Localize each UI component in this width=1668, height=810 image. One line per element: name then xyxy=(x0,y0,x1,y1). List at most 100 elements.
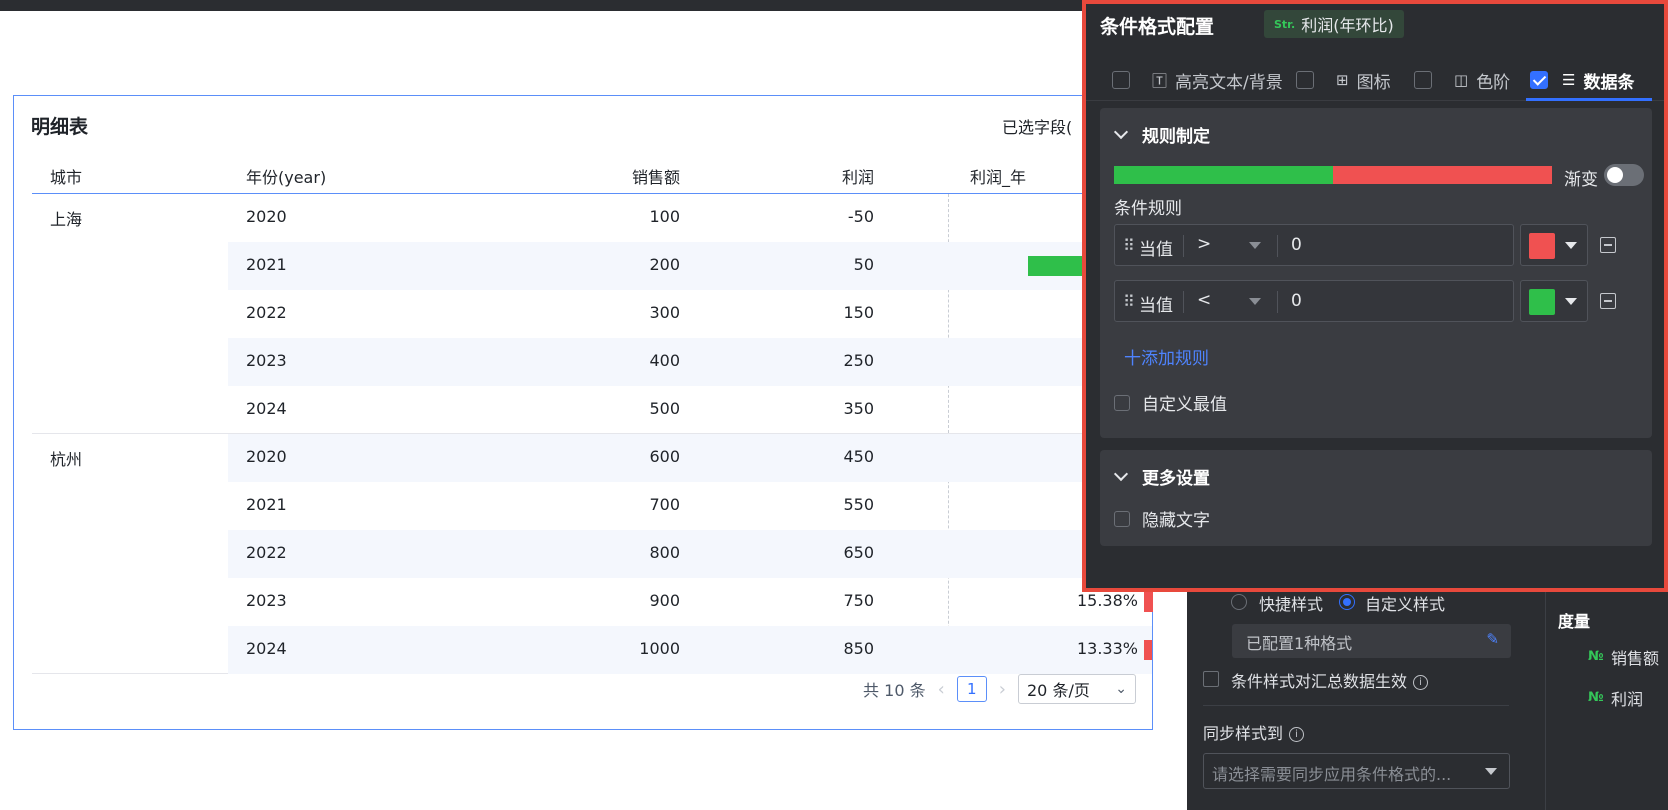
rule-condition-box: ⠿ 当值 < 0 xyxy=(1114,280,1514,322)
tab-data-bar[interactable]: ☰ 数据条 xyxy=(1530,59,1634,101)
year-cell: 2020 xyxy=(246,207,287,226)
pagination-total: 共 10 条 xyxy=(863,681,926,700)
city-group: 杭州 2020600450202170055022.2202280065018.1… xyxy=(32,434,1157,674)
add-rule-button[interactable]: 十添加规则 xyxy=(1124,344,1209,369)
rule-color-picker[interactable] xyxy=(1520,224,1588,266)
profit-yoy-cell: 13.33% xyxy=(1076,639,1138,658)
info-icon[interactable]: i xyxy=(1413,675,1429,690)
tab-checkbox-checked[interactable] xyxy=(1530,71,1548,89)
rule-row: ⠿ 当值 < 0 xyxy=(1114,280,1639,322)
drag-handle-icon[interactable]: ⠿ xyxy=(1123,292,1135,311)
table-row[interactable]: 202120050-200.0 xyxy=(228,242,1152,290)
selected-fields-link[interactable]: 已选字段( xyxy=(1002,114,1072,138)
page-size-value: 20 条/页 xyxy=(1027,681,1090,700)
prev-page-icon[interactable]: ‹ xyxy=(938,679,945,700)
page-size-select[interactable]: 20 条/页 ⌄ xyxy=(1018,674,1136,704)
measure-item-sales[interactable]: 销售额 xyxy=(1611,645,1659,669)
quick-style-radio[interactable] xyxy=(1231,594,1247,610)
current-page-button[interactable]: 1 xyxy=(956,676,987,702)
table-body: 上海 2020 100 -50 202120050-200.02022300150200… xyxy=(32,194,1214,674)
rule-color-picker[interactable] xyxy=(1520,280,1588,322)
rules-section-header[interactable]: 规则制定 xyxy=(1113,122,1210,147)
data-bar-preview xyxy=(1114,166,1552,184)
info-icon[interactable]: i xyxy=(1289,727,1305,742)
tab-icon-set[interactable]: ⊞ 图标 xyxy=(1296,59,1391,101)
table-row[interactable]: 202280065018.1 xyxy=(228,530,1155,578)
number-field-icon: № xyxy=(1588,690,1604,705)
separator xyxy=(1183,291,1184,313)
remove-rule-icon[interactable] xyxy=(1600,237,1616,253)
next-page-icon[interactable]: › xyxy=(999,679,1006,700)
edit-icon[interactable]: ✎ xyxy=(1486,630,1499,648)
table-row[interactable]: 2024 1000 850 13.33% xyxy=(228,626,1152,674)
quick-style-label: 快捷样式 xyxy=(1259,595,1324,614)
header-profit[interactable]: 利润 xyxy=(842,164,874,188)
city-cell: 上海 xyxy=(50,210,83,229)
city-cell: 杭州 xyxy=(50,450,83,469)
table-row[interactable]: 2020 600 450 xyxy=(228,434,1152,482)
table-row[interactable]: 2023 900 750 15.38% xyxy=(228,578,1153,626)
apply-to-totals-checkbox[interactable] xyxy=(1203,671,1219,687)
header-year[interactable]: 年份(year) xyxy=(246,164,326,188)
gradient-label: 渐变 xyxy=(1564,170,1598,190)
header-profit-yoy[interactable]: 利润_年 xyxy=(970,164,1026,188)
custom-extreme-option[interactable]: 自定义最值 xyxy=(1114,390,1227,415)
tab-checkbox[interactable] xyxy=(1414,71,1432,89)
drag-handle-icon[interactable]: ⠿ xyxy=(1123,236,1135,255)
remove-rule-icon[interactable] xyxy=(1600,293,1616,309)
chevron-down-icon xyxy=(1565,242,1577,249)
year-cell: 2023 xyxy=(246,591,287,610)
preview-negative-color xyxy=(1114,166,1333,184)
preview-positive-color xyxy=(1333,166,1552,184)
year-cell: 2021 xyxy=(246,495,287,514)
custom-style-radio[interactable] xyxy=(1339,594,1355,610)
profit-cell: 250 xyxy=(843,351,874,370)
conditional-format-dialog: 条件格式配置 Str. 利润(年环比) 🅃 高亮文本/背景 ⊞ 图标 ◫ 色阶 … xyxy=(1082,0,1668,592)
year-cell: 2022 xyxy=(246,543,287,562)
sync-to-select[interactable]: 请选择需要同步应用条件格式的... xyxy=(1203,753,1510,789)
city-group: 上海 2020 100 -50 202120050-200.02022300150200… xyxy=(32,194,1214,434)
dialog-title: 条件格式配置 xyxy=(1100,16,1215,38)
measure-item-profit[interactable]: 利润 xyxy=(1611,686,1643,710)
sales-cell: 900 xyxy=(649,591,680,610)
field-name: 利润(年环比) xyxy=(1301,16,1394,35)
separator xyxy=(1277,291,1278,313)
profit-cell: 350 xyxy=(843,399,874,418)
table-row[interactable]: 202450035040.0 xyxy=(228,386,1167,434)
year-cell: 2024 xyxy=(246,639,287,658)
header-city[interactable]: 城市 xyxy=(50,164,82,188)
more-settings-header[interactable]: 更多设置 xyxy=(1113,464,1210,489)
rule-value-input[interactable]: 0 xyxy=(1291,291,1302,311)
field-tag: Str. 利润(年环比) xyxy=(1264,10,1404,38)
gradient-toggle[interactable] xyxy=(1604,164,1644,186)
rule-operator-select[interactable]: < xyxy=(1197,290,1211,310)
tab-checkbox[interactable] xyxy=(1112,71,1130,89)
header-sales[interactable]: 销售额 xyxy=(632,164,680,188)
detail-table-card[interactable]: 明细表 已选字段( 城市 年份(year) 销售额 利润 利润_年 上海 2020… xyxy=(13,95,1214,730)
color-scale-icon: ◫ xyxy=(1454,71,1469,89)
table-row[interactable]: 2020 100 -50 xyxy=(228,194,1152,242)
profit-cell: 850 xyxy=(843,639,874,658)
rule-value-input[interactable]: 0 xyxy=(1291,235,1302,255)
configured-format-box[interactable]: 已配置1种格式 ✎ xyxy=(1232,624,1511,658)
profit-cell: 50 xyxy=(853,255,874,274)
chevron-down-icon xyxy=(1113,124,1129,140)
custom-extreme-checkbox[interactable] xyxy=(1114,394,1130,411)
condition-rules-label: 条件规则 xyxy=(1114,199,1182,219)
sales-cell: 100 xyxy=(649,207,680,226)
table-row[interactable]: 202340025066.6 xyxy=(228,338,1182,386)
tab-checkbox[interactable] xyxy=(1296,71,1314,89)
sales-cell: 500 xyxy=(649,399,680,418)
hide-text-option[interactable]: 隐藏文字 xyxy=(1114,506,1210,531)
configured-format-text: 已配置1种格式 xyxy=(1246,634,1353,653)
rule-condition-box: ⠿ 当值 > 0 xyxy=(1114,224,1514,266)
sales-cell: 600 xyxy=(649,447,680,466)
tab-highlight-text[interactable]: 🅃 高亮文本/背景 xyxy=(1112,59,1283,101)
table-row[interactable]: 2022300150200.0 xyxy=(228,290,1214,338)
table-row[interactable]: 202170055022.2 xyxy=(228,482,1157,530)
rule-operator-select[interactable]: > xyxy=(1197,234,1211,254)
chevron-down-icon xyxy=(1565,298,1577,305)
hide-text-checkbox[interactable] xyxy=(1114,510,1130,527)
tab-color-scale[interactable]: ◫ 色阶 xyxy=(1414,59,1510,101)
profit-cell: -50 xyxy=(847,207,874,226)
